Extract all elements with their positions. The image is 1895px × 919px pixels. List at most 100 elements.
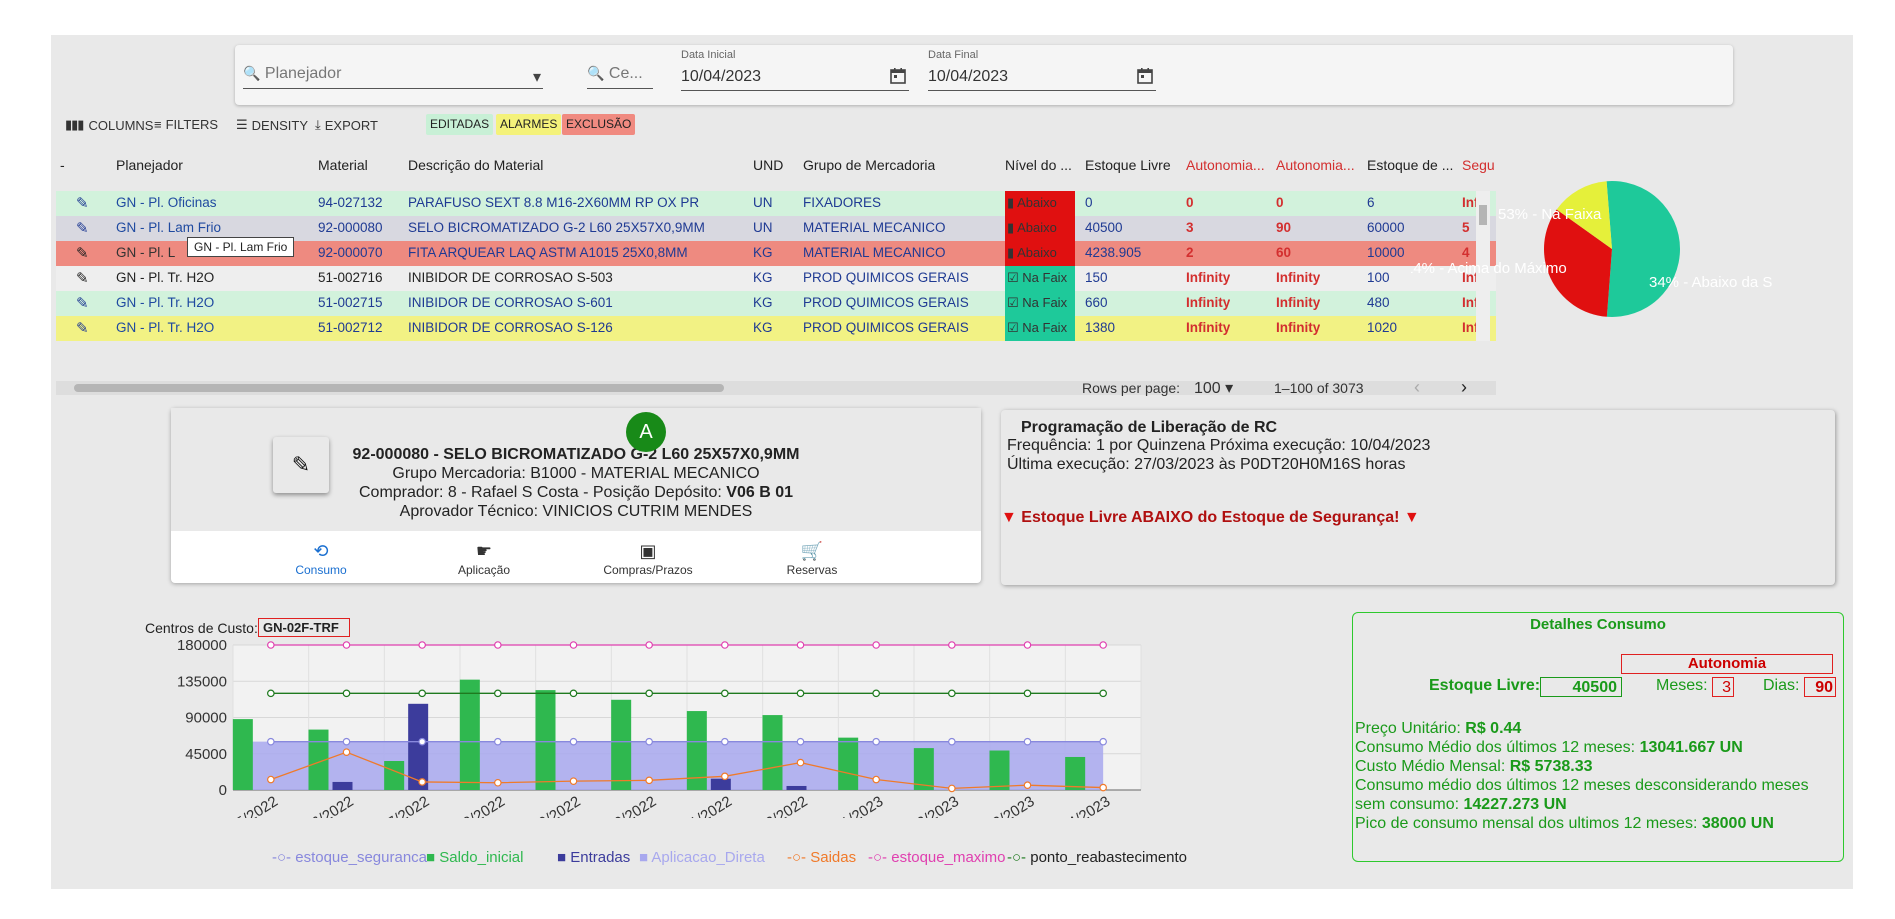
edit-icon[interactable]: ✎	[76, 269, 89, 287]
point-ponto_reabastecimento[interactable]	[494, 689, 502, 698]
point-Saidas[interactable]	[569, 777, 578, 785]
edit-icon[interactable]: ✎	[76, 194, 89, 212]
col-header-planejador[interactable]: Planejador	[116, 157, 266, 173]
point-estoque_seguranca[interactable]	[721, 737, 729, 746]
bar-Saldo_inicial[interactable]	[838, 737, 859, 790]
table-row[interactable]: ✎ GN - Pl. Tr. H2O 51-002716 INIBIDOR DE…	[56, 266, 1496, 291]
next-page-icon[interactable]: ›	[1461, 377, 1467, 398]
col-header-actions[interactable]: -	[60, 157, 65, 173]
col-header-autonomia-meses[interactable]: Autonomia...	[1186, 157, 1272, 173]
point-estoque_seguranca[interactable]	[1099, 737, 1107, 746]
point-estoque_maximo[interactable]	[1099, 641, 1107, 649]
point-Saidas[interactable]	[418, 778, 426, 786]
filters-button[interactable]: ≡ FILTERS	[154, 117, 218, 132]
density-button[interactable]: ☰ DENSITY	[236, 117, 308, 133]
point-estoque_seguranca[interactable]	[342, 737, 351, 746]
chip-alarmes[interactable]: ALARMES	[496, 114, 562, 135]
legend-entradas[interactable]: ■ Entradas	[557, 849, 630, 866]
point-Saidas[interactable]	[342, 748, 351, 756]
point-estoque_maximo[interactable]	[645, 641, 653, 649]
bar-Entradas[interactable]	[710, 778, 731, 790]
point-estoque_seguranca[interactable]	[418, 737, 426, 746]
point-ponto_reabastecimento[interactable]	[1023, 689, 1032, 698]
point-ponto_reabastecimento[interactable]	[418, 689, 426, 698]
bar-Entradas[interactable]	[786, 785, 807, 790]
point-estoque_maximo[interactable]	[342, 641, 351, 649]
legend-saidas[interactable]: -○- Saidas	[787, 849, 856, 866]
point-estoque_maximo[interactable]	[569, 641, 578, 649]
calendar-icon[interactable]	[1136, 67, 1154, 90]
data-final-field[interactable]: Data Final 10/04/2023	[928, 47, 1156, 91]
point-ponto_reabastecimento[interactable]	[569, 689, 578, 698]
col-header-autonomia-dias[interactable]: Autonomia...	[1276, 157, 1362, 173]
calendar-icon[interactable]	[889, 67, 907, 90]
col-header-material[interactable]: Material	[318, 157, 368, 173]
point-estoque_seguranca[interactable]	[872, 737, 880, 746]
legend-estoque-maximo[interactable]: -○- estoque_maximo	[868, 849, 1005, 866]
point-Saidas[interactable]	[721, 772, 729, 781]
point-Saidas[interactable]	[267, 775, 275, 784]
point-Saidas[interactable]	[872, 775, 880, 784]
bar-Saldo_inicial[interactable]	[989, 750, 1010, 790]
legend-saldo-inicial[interactable]: ■ Saldo_inicial	[426, 849, 523, 866]
point-estoque_maximo[interactable]	[948, 641, 956, 649]
bar-Saldo_inicial[interactable]	[384, 761, 405, 790]
planejador-select[interactable]: 🔍 Planejador ▾	[243, 53, 543, 89]
point-Saidas[interactable]	[645, 776, 653, 785]
tab-compras-prazos[interactable]: ▣ Compras/Prazos	[573, 541, 723, 577]
point-estoque_maximo[interactable]	[494, 641, 502, 649]
export-button[interactable]: ⤓ EXPORT	[315, 117, 378, 133]
bar-Saldo_inicial[interactable]	[535, 690, 556, 790]
col-header-nivel[interactable]: Nível do ...	[1005, 157, 1081, 173]
prev-page-icon[interactable]: ‹	[1414, 377, 1420, 398]
edit-icon[interactable]: ✎	[76, 219, 89, 237]
point-estoque_seguranca[interactable]	[494, 737, 502, 746]
point-Saidas[interactable]	[1099, 783, 1107, 792]
point-ponto_reabastecimento[interactable]	[267, 689, 275, 698]
chip-editadas[interactable]: EDITADAS	[426, 114, 494, 135]
col-header-und[interactable]: UND	[753, 157, 783, 173]
table-row[interactable]: ✎ GN - Pl. Tr. H2O 51-002712 INIBIDOR DE…	[56, 316, 1496, 341]
pie-slice[interactable]	[1606, 181, 1680, 317]
bar-Saldo_inicial[interactable]	[1065, 756, 1086, 790]
data-final-value[interactable]: 10/04/2023	[928, 68, 1008, 86]
point-estoque_maximo[interactable]	[418, 641, 426, 649]
tab-aplicacao[interactable]: ☛ Aplicação	[409, 541, 559, 577]
data-inicial-field[interactable]: Data Inicial 10/04/2023	[681, 47, 909, 91]
legend-estoque-seguranca[interactable]: -○- estoque_seguranca	[272, 849, 427, 866]
edit-icon[interactable]: ✎	[76, 294, 89, 312]
point-estoque_maximo[interactable]	[872, 641, 880, 649]
point-ponto_reabastecimento[interactable]	[796, 689, 805, 698]
point-estoque_maximo[interactable]	[721, 641, 729, 649]
point-estoque_seguranca[interactable]	[948, 737, 956, 746]
col-header-seguranca[interactable]: Segu	[1462, 157, 1496, 173]
point-ponto_reabastecimento[interactable]	[1099, 689, 1107, 698]
point-Saidas[interactable]	[796, 758, 805, 767]
point-Saidas[interactable]	[494, 778, 502, 787]
tab-reservas[interactable]: 🛒 Reservas	[737, 541, 887, 577]
table-row[interactable]: ✎ GN - Pl. Tr. H2O 51-002715 INIBIDOR DE…	[56, 291, 1496, 316]
table-row[interactable]: ✎ GN - Pl. Oficinas 94-027132 PARAFUSO S…	[56, 191, 1496, 216]
point-estoque_seguranca[interactable]	[796, 737, 805, 746]
point-Saidas[interactable]	[1023, 781, 1032, 789]
data-inicial-value[interactable]: 10/04/2023	[681, 68, 761, 86]
point-estoque_maximo[interactable]	[796, 641, 805, 649]
col-header-descricao[interactable]: Descrição do Material	[408, 157, 543, 173]
point-ponto_reabastecimento[interactable]	[948, 689, 956, 698]
col-header-estoque-livre[interactable]: Estoque Livre	[1085, 157, 1171, 173]
bar-Saldo_inicial[interactable]	[762, 715, 783, 790]
point-ponto_reabastecimento[interactable]	[342, 689, 351, 698]
col-header-estoque-de[interactable]: Estoque de ...	[1367, 157, 1453, 173]
bar-Entradas[interactable]	[332, 781, 353, 790]
point-ponto_reabastecimento[interactable]	[645, 689, 653, 698]
point-estoque_maximo[interactable]	[267, 641, 275, 649]
bar-Saldo_inicial[interactable]	[459, 679, 480, 790]
chip-exclusao[interactable]: EXCLUSÃO	[562, 114, 636, 135]
point-ponto_reabastecimento[interactable]	[721, 689, 729, 698]
chevron-down-icon[interactable]: ▾	[533, 67, 541, 87]
point-estoque_maximo[interactable]	[1023, 641, 1032, 649]
point-Saidas[interactable]	[948, 784, 956, 793]
columns-button[interactable]: ▮▮▮ COLUMNS	[65, 117, 153, 133]
legend-ponto-reabastecimento[interactable]: -○- ponto_reabastecimento	[1007, 849, 1187, 866]
point-ponto_reabastecimento[interactable]	[872, 689, 880, 698]
